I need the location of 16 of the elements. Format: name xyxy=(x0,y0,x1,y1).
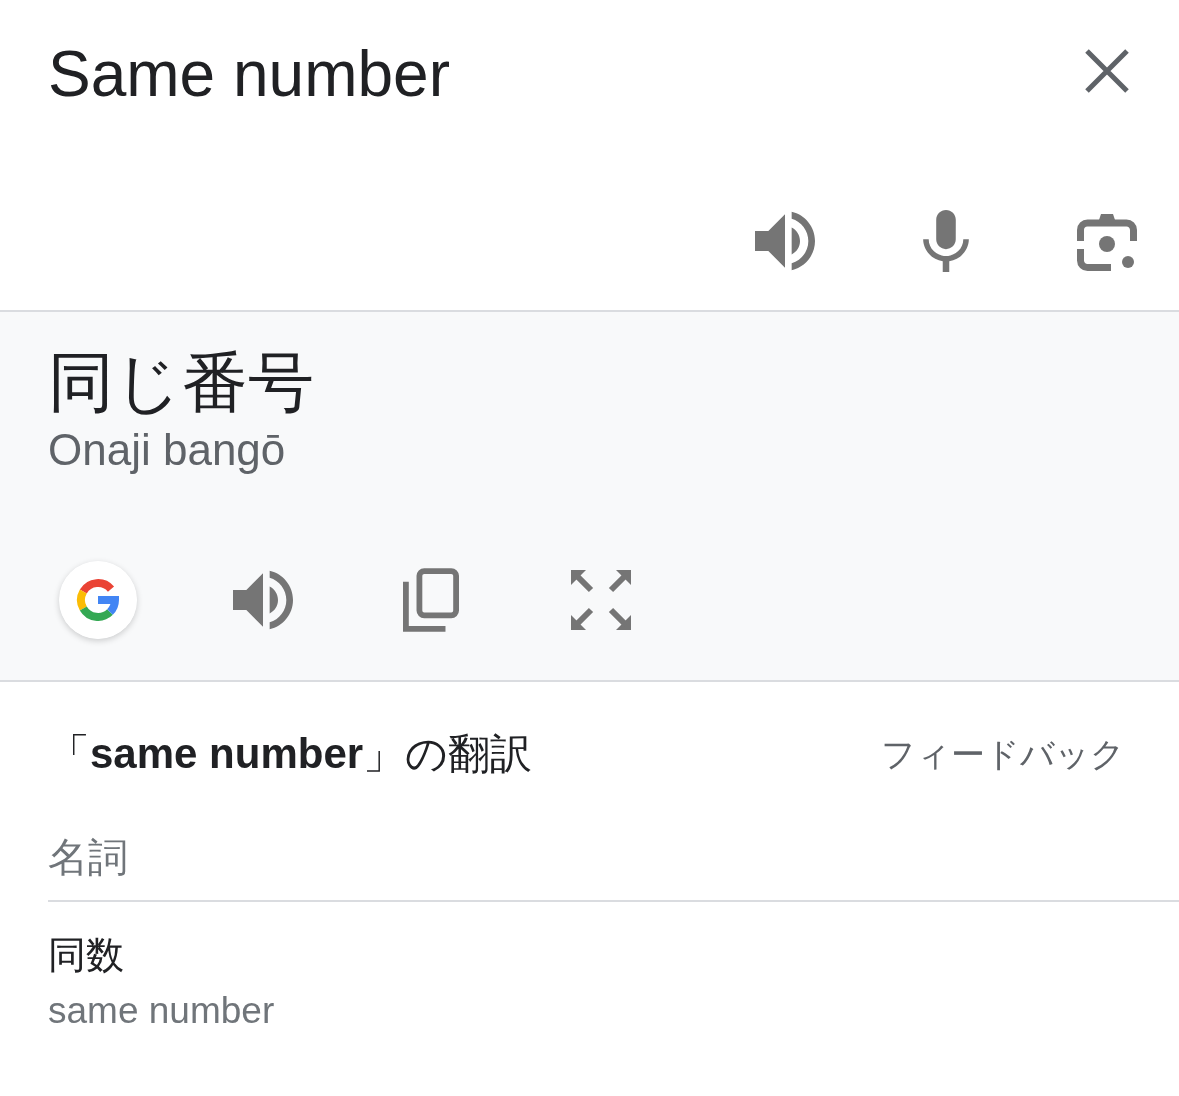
romanization-text: Onaji bangō xyxy=(48,424,287,476)
feedback-link[interactable]: フィードバック xyxy=(881,732,1125,776)
close-icon[interactable] xyxy=(1084,48,1130,94)
microphone-icon[interactable] xyxy=(923,210,969,272)
translated-text: 同じ番号 xyxy=(48,344,315,421)
dictionary-heading: 「same number」の翻訳 xyxy=(48,729,533,779)
dialog-title: Same number xyxy=(48,37,450,112)
camera-icon[interactable] xyxy=(1077,211,1137,271)
fullscreen-icon[interactable] xyxy=(571,570,631,630)
speaker-icon[interactable] xyxy=(755,211,815,271)
part-of-speech-label: 名詞 xyxy=(48,834,129,881)
back-translation-text: same number xyxy=(48,989,276,1033)
logo-icon[interactable] xyxy=(59,561,137,639)
translation-term: 同数 xyxy=(48,933,125,978)
speaker-icon[interactable] xyxy=(233,570,293,630)
copy-icon[interactable] xyxy=(403,568,459,632)
